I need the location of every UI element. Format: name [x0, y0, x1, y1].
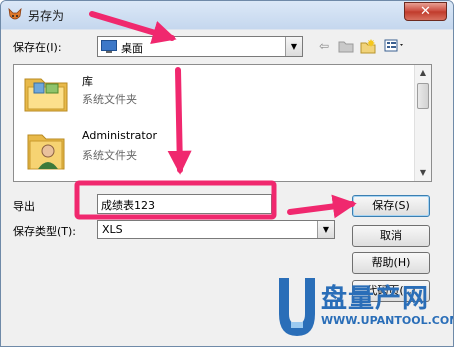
chevron-down-icon[interactable]: ▼: [285, 37, 302, 56]
scroll-down-icon[interactable]: ▼: [415, 165, 431, 181]
chevron-down-icon[interactable]: ▼: [317, 221, 334, 238]
save-in-value: 桌面: [121, 42, 143, 55]
list-item[interactable]: 库 系统文件夹: [22, 71, 322, 117]
title-bar: 另存为 ✕: [1, 1, 453, 29]
cancel-button[interactable]: 取消: [352, 225, 430, 247]
save-button[interactable]: 保存(S): [352, 195, 430, 217]
file-type: 系统文件夹: [82, 93, 137, 106]
library-folder-icon: [24, 78, 68, 112]
file-list[interactable]: 库 系统文件夹 Administrator 系统文件夹 ▲ ▼: [13, 64, 432, 182]
save-type-value: XLS: [102, 223, 123, 236]
file-type: 系统文件夹: [82, 149, 137, 162]
up-folder-icon[interactable]: [337, 38, 355, 54]
back-icon[interactable]: ⇦: [315, 38, 333, 54]
window-title: 另存为: [28, 9, 65, 23]
save-as-dialog: 另存为 ✕ 保存在(I): 桌面 ▼ ⇦ 库 系统文件夹 Administrat…: [0, 0, 454, 347]
filename-input[interactable]: 成绩表123: [97, 194, 272, 214]
vertical-scrollbar[interactable]: ▲ ▼: [414, 65, 431, 181]
user-folder-icon: [27, 134, 65, 170]
desktop-icon: [101, 40, 117, 53]
scroll-thumb[interactable]: [417, 83, 429, 109]
help-button[interactable]: 帮助(H): [352, 252, 430, 274]
save-type-select[interactable]: XLS ▼: [97, 220, 335, 239]
watermark-brand: 盘量产网: [321, 284, 430, 314]
close-button[interactable]: ✕: [404, 2, 447, 21]
save-in-combo[interactable]: 桌面 ▼: [97, 36, 303, 57]
watermark-logo: 盘量产网 WWW.UPANTOOL.COM: [275, 276, 453, 340]
app-fox-icon: [8, 7, 22, 20]
scroll-up-icon[interactable]: ▲: [415, 65, 431, 81]
view-menu-icon[interactable]: [384, 38, 406, 54]
u-logo-icon: [279, 278, 315, 336]
list-item[interactable]: Administrator 系统文件夹: [22, 127, 322, 173]
save-in-label: 保存在(I):: [13, 41, 62, 54]
save-type-label: 保存类型(T):: [13, 225, 77, 238]
export-label: 导出: [13, 200, 35, 213]
watermark-url: WWW.UPANTOOL.COM: [321, 314, 454, 327]
file-name: Administrator: [82, 129, 157, 142]
new-folder-icon[interactable]: [359, 38, 377, 54]
file-name: 库: [82, 75, 93, 88]
